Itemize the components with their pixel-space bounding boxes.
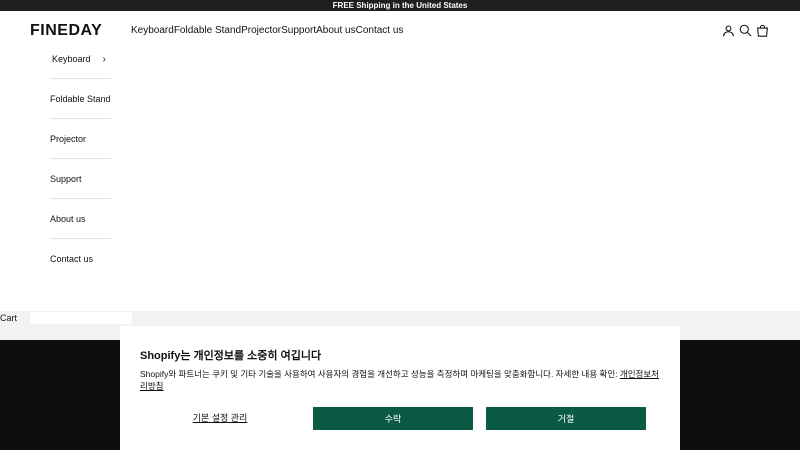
nav-projector[interactable]: Projector	[241, 25, 281, 36]
dropdown-item-foldable-stand[interactable]: Foldable Stand	[50, 79, 111, 119]
dropdown-item-label: Projector	[50, 133, 87, 144]
nav-dropdown: Keyboard › Foldable Stand Projector Supp…	[50, 40, 111, 279]
site-header: FINEDAY Keyboard Foldable Stand Projecto…	[0, 11, 800, 51]
dropdown-item-label: Keyboard	[52, 54, 91, 64]
dropdown-item-about-us[interactable]: About us	[50, 199, 111, 239]
chevron-right-icon: ›	[102, 53, 106, 65]
accept-button[interactable]: 수락	[313, 407, 473, 430]
nav-contact-us[interactable]: Contact us	[356, 25, 404, 36]
cart-placeholder	[30, 312, 132, 324]
account-icon[interactable]	[722, 24, 735, 37]
main-nav: Keyboard Foldable Stand Projector Suppor…	[131, 25, 403, 36]
cookie-consent-banner: Shopify는 개인정보를 소중히 여깁니다 Shopify와 파트너는 쿠키…	[120, 326, 680, 450]
header-icons	[722, 24, 769, 37]
dropdown-item-keyboard[interactable]: Keyboard ›	[50, 40, 111, 79]
dropdown-item-label: Foldable Stand	[50, 93, 111, 104]
nav-support[interactable]: Support	[281, 25, 316, 36]
consent-text: Shopify와 파트너는 쿠키 및 기타 기술을 사용하여 사용자의 경험을 …	[140, 369, 620, 379]
nav-about-us[interactable]: About us	[316, 25, 355, 36]
announcement-bar: FREE Shipping in the United States	[0, 0, 800, 11]
dropdown-item-support[interactable]: Support	[50, 159, 111, 199]
consent-title: Shopify는 개인정보를 소중히 여깁니다	[140, 350, 322, 362]
decline-button[interactable]: 거절	[486, 407, 646, 430]
nav-keyboard[interactable]: Keyboard	[131, 25, 174, 36]
search-icon[interactable]	[739, 24, 752, 37]
consent-body: Shopify와 파트너는 쿠키 및 기타 기술을 사용하여 사용자의 경험을 …	[140, 368, 665, 392]
nav-foldable-stand[interactable]: Foldable Stand	[174, 25, 241, 36]
dropdown-item-label: Support	[50, 173, 82, 184]
dropdown-item-label: About us	[50, 213, 86, 224]
dropdown-item-label: Contact us	[50, 254, 94, 264]
brand-logo[interactable]: FINEDAY	[30, 22, 102, 40]
dropdown-item-contact-us[interactable]: Contact us	[50, 239, 111, 279]
cart-label[interactable]: Cart	[0, 313, 17, 323]
dropdown-item-projector[interactable]: Projector	[50, 119, 111, 159]
manage-preferences-button[interactable]: 기본 설정 관리	[160, 411, 280, 424]
cart-icon[interactable]	[756, 24, 769, 37]
